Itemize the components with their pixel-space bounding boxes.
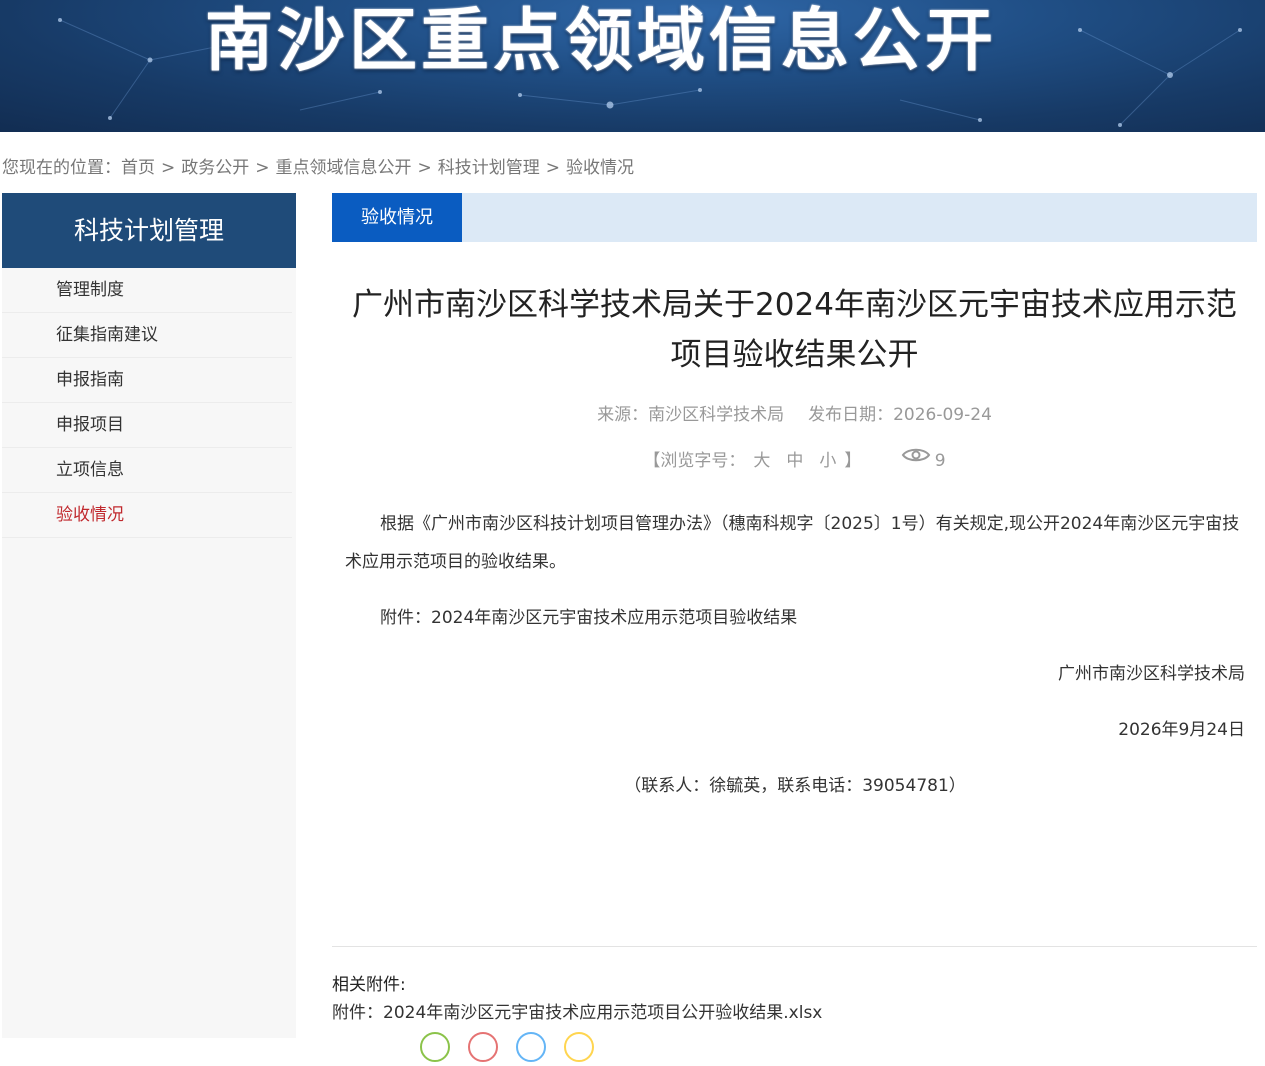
sidebar-item-acceptance[interactable]: 验收情况: [2, 493, 292, 538]
sidebar-item-application-projects[interactable]: 申报项目: [2, 403, 292, 448]
share-icon[interactable]: [564, 1032, 594, 1062]
article-date: 发布日期：2026-09-24: [808, 405, 992, 425]
sidebar-item-application-guide[interactable]: 申报指南: [2, 358, 292, 403]
article-sign-date: 2026年9月24日: [1118, 720, 1245, 740]
article-title-line: 广州市南沙区科学技术局关于2024年南沙区元宇宙技术应用示范: [352, 287, 1237, 323]
article-body: 根据《广州市南沙区科技计划项目管理办法》（穗南科规字〔2025〕1号）有关规定,…: [345, 505, 1245, 823]
breadcrumb-acceptance[interactable]: 验收情况: [566, 158, 634, 178]
article-meta: 来源：南沙区科学技术局 发布日期：2026-09-24: [332, 402, 1257, 428]
font-size-label: 【浏览字号：: [643, 451, 746, 471]
font-size-medium-button[interactable]: 中: [786, 451, 803, 471]
breadcrumb: 您现在的位置：首页 > 政务公开 > 重点领域信息公开 > 科技计划管理 > 验收情况: [2, 156, 634, 180]
article-attachment-line: 附件：2024年南沙区元宇宙技术应用示范项目验收结果: [380, 608, 798, 628]
font-size-controls: 【浏览字号： 大中小】 9: [332, 447, 1257, 475]
font-size-close: 】: [844, 451, 862, 471]
breadcrumb-separator: >: [417, 158, 432, 178]
breadcrumb-prefix: 您现在的位置：: [2, 158, 121, 178]
share-icon[interactable]: [468, 1032, 498, 1062]
sidebar-item-project-approval[interactable]: 立项信息: [2, 448, 292, 493]
section-tab-bar: 验收情况: [332, 193, 1257, 242]
share-icons: [420, 1032, 612, 1066]
font-size-small-button[interactable]: 小: [819, 451, 836, 471]
breadcrumb-key-areas[interactable]: 重点领域信息公开: [276, 158, 412, 178]
article-title: 广州市南沙区科学技术局关于2024年南沙区元宇宙技术应用示范 项目验收结果公开: [332, 280, 1257, 380]
share-icon[interactable]: [516, 1032, 546, 1062]
breadcrumb-separator: >: [161, 158, 176, 178]
content-divider: [332, 946, 1257, 947]
sidebar-heading: 科技计划管理: [2, 193, 296, 268]
article-title-line: 项目验收结果公开: [670, 337, 919, 373]
view-count: 9: [934, 451, 946, 471]
header-banner: 南沙区重点领域信息公开: [0, 0, 1265, 132]
article-source: 来源：南沙区科学技术局: [597, 405, 785, 425]
breadcrumb-separator: >: [545, 158, 560, 178]
attachment-link[interactable]: 附件：2024年南沙区元宇宙技术应用示范项目公开验收结果.xlsx: [332, 1000, 822, 1026]
eye-icon: [901, 445, 931, 473]
breadcrumb-separator: >: [255, 158, 270, 178]
sidebar-item-management-rules[interactable]: 管理制度: [2, 268, 292, 313]
tab-acceptance[interactable]: 验收情况: [332, 193, 462, 242]
breadcrumb-gov-affairs[interactable]: 政务公开: [181, 158, 249, 178]
breadcrumb-home[interactable]: 首页: [121, 158, 155, 178]
site-title: 南沙区重点领域信息公开: [205, 2, 998, 81]
attachments-title: 相关附件:: [332, 975, 406, 995]
article-contact: （联系人：徐毓英，联系电话：39054781）: [624, 776, 966, 796]
sidebar-menu: 管理制度 征集指南建议 申报指南 申报项目 立项信息 验收情况: [2, 268, 296, 538]
share-icon[interactable]: [420, 1032, 450, 1062]
breadcrumb-sci-tech-plan[interactable]: 科技计划管理: [438, 158, 540, 178]
article-signature: 广州市南沙区科学技术局: [1058, 664, 1245, 684]
article-paragraph: 根据《广州市南沙区科技计划项目管理办法》（穗南科规字〔2025〕1号）有关规定,…: [345, 514, 1240, 572]
sidebar: 科技计划管理 管理制度 征集指南建议 申报指南 申报项目 立项信息 验收情况: [2, 193, 296, 1038]
sidebar-item-guide-suggestions[interactable]: 征集指南建议: [2, 313, 292, 358]
font-size-large-button[interactable]: 大: [753, 451, 770, 471]
